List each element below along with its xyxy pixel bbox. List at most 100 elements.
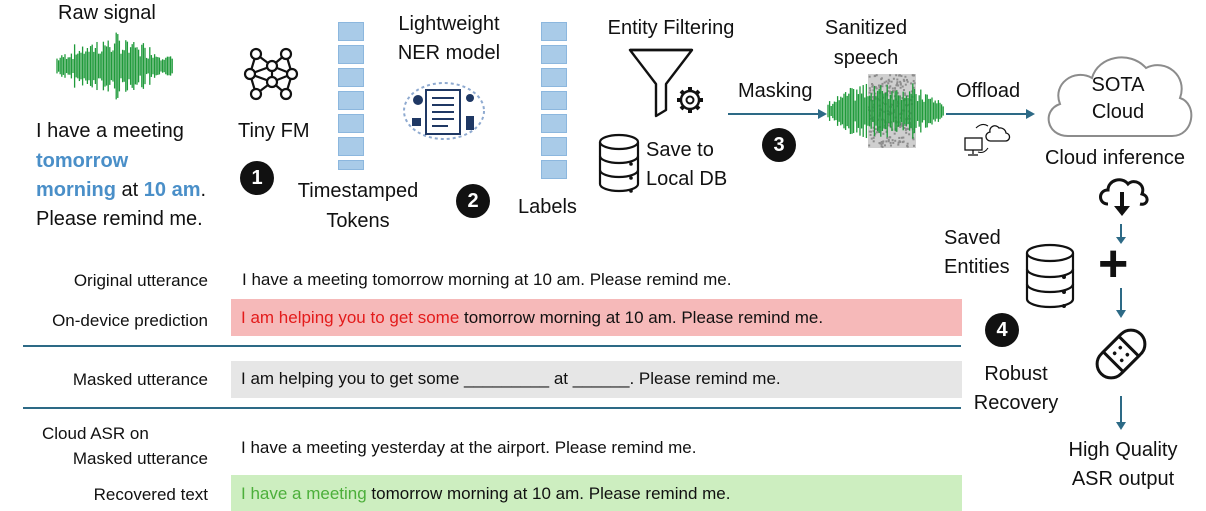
noise-speck bbox=[895, 74, 898, 77]
noise-speck bbox=[887, 78, 890, 81]
noise-speck bbox=[888, 86, 891, 89]
noise-speck bbox=[892, 77, 895, 80]
ner-label-2: NER model bbox=[397, 42, 501, 64]
plus-to-bandage-arrow bbox=[1116, 288, 1126, 318]
noise-speck bbox=[869, 133, 872, 136]
entities-label: Entities bbox=[944, 256, 1010, 278]
noise-speck bbox=[894, 89, 897, 92]
noise-speck bbox=[913, 82, 916, 85]
noise-speck bbox=[899, 82, 902, 85]
utterance-entity-tomorrow: tomorrow bbox=[36, 150, 129, 172]
label-block bbox=[541, 68, 567, 87]
bandage-icon bbox=[1095, 328, 1147, 380]
ondevice-prediction-text: I am helping you to get some tomorrow mo… bbox=[241, 308, 824, 327]
noise-speck bbox=[887, 82, 890, 85]
noise-speck bbox=[892, 141, 895, 144]
cloud-download-icon bbox=[1099, 178, 1149, 216]
noise-speck bbox=[883, 144, 886, 147]
raw-signal-label: Raw signal bbox=[58, 2, 156, 24]
noise-speck bbox=[897, 143, 900, 146]
noise-speck bbox=[904, 128, 907, 131]
recovered-good-span: I have a meeting bbox=[241, 484, 367, 503]
neural-network-icon bbox=[243, 47, 299, 101]
noise-speck bbox=[899, 86, 902, 89]
ondevice-prediction-label: On-device prediction bbox=[52, 311, 208, 330]
utterance-entity-time: 10 am bbox=[143, 179, 201, 201]
noise-speck bbox=[881, 82, 884, 85]
noise-speck bbox=[912, 79, 915, 82]
noise-speck bbox=[912, 144, 915, 147]
cloud-to-recovery-arrow bbox=[1116, 224, 1126, 244]
entity-filtering-label: Entity Filtering bbox=[607, 17, 735, 39]
noise-speck bbox=[908, 133, 911, 136]
saved-entities-database-icon bbox=[1025, 243, 1075, 309]
noise-speck bbox=[891, 139, 894, 142]
noise-speck bbox=[881, 85, 884, 88]
masking-arrow bbox=[728, 109, 827, 119]
noise-speck bbox=[870, 137, 873, 140]
noise-speck bbox=[878, 142, 881, 145]
original-utterance-text: I have a meeting tomorrow morning at 10 … bbox=[242, 270, 732, 289]
noise-speck bbox=[880, 143, 883, 146]
noise-speck bbox=[900, 136, 903, 139]
step-badge-4: 4 bbox=[985, 313, 1019, 347]
noise-speck bbox=[912, 74, 915, 77]
label-block bbox=[541, 114, 567, 133]
noise-speck bbox=[889, 144, 892, 147]
noise-speck bbox=[885, 140, 888, 143]
divider-2 bbox=[23, 407, 961, 409]
noise-speck bbox=[905, 131, 908, 134]
timestamped-label-1: Timestamped bbox=[297, 180, 419, 202]
noise-speck bbox=[872, 140, 875, 143]
noise-speck bbox=[897, 141, 900, 144]
masking-label: Masking bbox=[738, 80, 813, 102]
token-block bbox=[338, 160, 364, 170]
noise-speck bbox=[880, 145, 883, 148]
noise-speck bbox=[900, 122, 903, 125]
noise-speck bbox=[894, 87, 897, 90]
noise-speck bbox=[880, 77, 883, 80]
noise-speck bbox=[875, 87, 878, 90]
utterance-line-3: morning at 10 am. bbox=[36, 179, 207, 201]
computer-cloud-sync-icon bbox=[964, 123, 1011, 156]
noise-speck bbox=[890, 80, 893, 83]
noise-speck bbox=[882, 132, 885, 135]
token-block bbox=[338, 22, 364, 41]
recovered-text: I have a meeting tomorrow morning at 10 … bbox=[241, 484, 731, 503]
noise-speck bbox=[889, 90, 892, 93]
ondevice-error-span: I am helping you to get some bbox=[241, 308, 460, 327]
cloud-asr-label-1: Cloud ASR on bbox=[42, 424, 149, 443]
token-block bbox=[338, 91, 364, 110]
noise-speck bbox=[889, 136, 892, 139]
step-badge-1: 1 bbox=[240, 161, 274, 195]
noise-speck bbox=[901, 85, 904, 88]
tiny-fm-label: Tiny FM bbox=[238, 120, 310, 142]
noise-speck bbox=[903, 80, 906, 83]
offload-label: Offload bbox=[956, 80, 1021, 102]
sanitized-label-2: speech bbox=[833, 47, 899, 69]
bandage-to-output-arrow bbox=[1116, 396, 1126, 430]
step-badge-3: 3 bbox=[762, 128, 796, 162]
hq-output-label-1: High Quality bbox=[1068, 439, 1178, 461]
noise-speck bbox=[868, 91, 871, 94]
noise-speck bbox=[887, 124, 890, 127]
sanitized-waveform-icon bbox=[827, 74, 944, 148]
sanitized-label-1: Sanitized bbox=[824, 17, 908, 39]
labels-label: Labels bbox=[518, 196, 577, 218]
cloud-asr-text: I have a meeting yesterday at the airpor… bbox=[241, 438, 697, 457]
noise-speck bbox=[902, 89, 905, 92]
noise-speck bbox=[906, 80, 909, 83]
recovered-text-label: Recovered text bbox=[93, 485, 208, 504]
label-block bbox=[541, 91, 567, 110]
divider-1 bbox=[23, 345, 961, 347]
token-block bbox=[338, 137, 364, 156]
noise-speck bbox=[910, 82, 913, 85]
noise-speck bbox=[901, 141, 904, 144]
original-utterance-label: Original utterance bbox=[73, 271, 208, 290]
token-block bbox=[338, 114, 364, 133]
noise-speck bbox=[868, 87, 871, 90]
cloud-label-1: SOTA bbox=[1091, 74, 1145, 96]
masked-utterance-text: I am helping you to get some _________ a… bbox=[241, 369, 781, 388]
noise-speck bbox=[885, 80, 888, 83]
noise-speck bbox=[898, 74, 901, 77]
